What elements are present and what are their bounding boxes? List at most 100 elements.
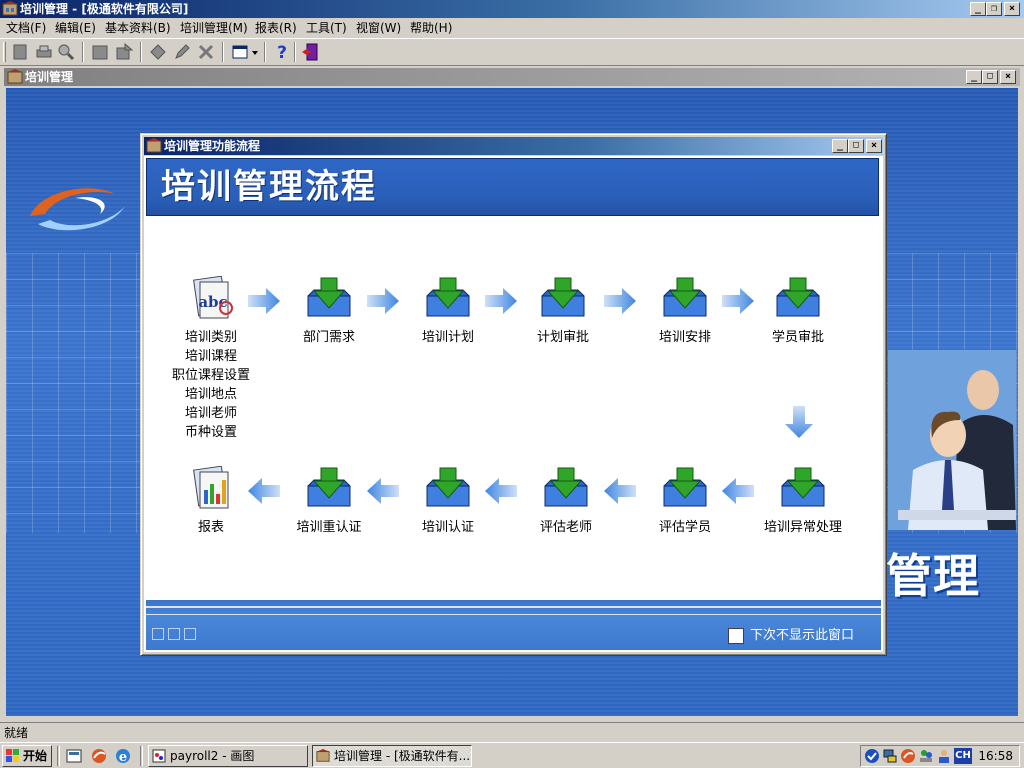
start-button[interactable]: 开始 — [2, 745, 52, 767]
inbox-download-icon — [540, 276, 586, 320]
menu-training-management[interactable]: 培训管理(M) — [180, 20, 248, 36]
help-icon[interactable]: ? — [272, 42, 292, 62]
save-icon[interactable] — [90, 42, 110, 62]
dialog-footer: 下次不显示此窗口 — [146, 600, 881, 650]
preview-icon[interactable] — [56, 42, 76, 62]
toolbar-separator — [294, 42, 296, 62]
print-icon[interactable] — [34, 42, 54, 62]
arrow-right-icon — [367, 288, 399, 314]
window-layout-icon[interactable] — [230, 42, 260, 62]
toolbar-grip[interactable] — [3, 42, 6, 62]
export-icon[interactable] — [114, 42, 134, 62]
status-text: 就绪 — [4, 726, 29, 740]
step-label: 培训认证 — [421, 520, 474, 535]
step-label: 部门需求 — [302, 330, 355, 345]
tag-icon[interactable] — [148, 42, 168, 62]
delete-icon[interactable] — [196, 42, 216, 62]
mdi-close-button[interactable]: × — [1000, 70, 1016, 84]
inbox-download-icon — [662, 466, 708, 510]
menu-reports[interactable]: 报表(R) — [255, 20, 297, 36]
arrow-left-icon — [367, 478, 399, 504]
menu-window[interactable]: 视窗(W) — [356, 20, 401, 36]
network-icon[interactable] — [882, 748, 898, 764]
app-icon — [316, 749, 330, 762]
report-book-icon — [188, 465, 234, 510]
task-label: 培训管理 - [极通软件有... — [334, 749, 471, 763]
step-label: 报表 — [197, 520, 224, 535]
app-icon — [2, 1, 18, 16]
antivirus-icon[interactable] — [900, 748, 916, 764]
close-button[interactable]: × — [1004, 2, 1020, 16]
arrow-left-icon — [248, 478, 280, 504]
menu-tools[interactable]: 工具(T) — [306, 20, 347, 36]
taskbar: 开始 e payroll2 - 画图 培训管理 - [极通软件有... CH 1… — [0, 742, 1024, 768]
footer-square — [168, 628, 180, 640]
step-label: 培训安排 — [658, 330, 711, 345]
user-icon[interactable] — [936, 748, 952, 764]
dialog-close-button[interactable]: × — [866, 139, 882, 153]
status-bar: 就绪 — [0, 722, 1024, 742]
workflow-dialog: 培训管理功能流程 _ □ × 培训管理流程 abc 培训类别 培训课程 职位课程… — [140, 133, 887, 656]
menu-file[interactable]: 文档(F) — [6, 20, 46, 36]
checkbox-label: 下次不显示此窗口 — [750, 628, 855, 643]
banner-title: 培训管理流程 — [161, 167, 377, 207]
dialog-titlebar[interactable]: 培训管理功能流程 _ □ × — [144, 137, 883, 155]
inbox-download-icon — [306, 466, 352, 510]
inbox-download-icon — [425, 276, 471, 320]
input-language-indicator[interactable]: CH — [954, 748, 972, 764]
step-label: 培训异常处理 — [763, 520, 842, 535]
footer-stripe — [146, 606, 881, 608]
paint-icon — [152, 749, 166, 763]
footer-stripe — [146, 614, 881, 615]
exit-icon[interactable] — [300, 42, 320, 62]
minimize-button[interactable]: _ — [970, 2, 986, 16]
task-payroll-paint[interactable]: payroll2 - 画图 — [148, 745, 308, 767]
task-training-management[interactable]: 培训管理 - [极通软件有... — [312, 745, 472, 767]
step-label: 评估学员 — [658, 520, 711, 535]
arrow-right-icon — [248, 288, 280, 314]
step-plan-approval[interactable]: 计划审批 — [508, 276, 618, 347]
menu-edit[interactable]: 编辑(E) — [55, 20, 96, 36]
restore-button[interactable]: ❐ — [986, 2, 1002, 16]
step-label: 计划审批 — [536, 330, 589, 345]
mdi-minimize-button[interactable]: _ — [966, 70, 982, 84]
menu-basic-data[interactable]: 基本资料(B) — [105, 20, 171, 36]
security-shield-icon[interactable] — [864, 748, 880, 764]
menu-help[interactable]: 帮助(H) — [410, 20, 452, 36]
inbox-download-icon — [425, 466, 471, 510]
step-label: 评估老师 — [539, 520, 592, 535]
abc-book-icon: abc — [188, 275, 234, 320]
internet-explorer-icon[interactable]: e — [114, 747, 132, 765]
dialog-body: 培训管理流程 abc 培训类别 培训课程 职位课程设置 培训地点 培训老师 币种… — [144, 156, 883, 652]
mdi-maximize-button[interactable]: □ — [982, 70, 998, 84]
checkbox-box[interactable] — [728, 628, 744, 644]
background-manage-text: 管理 — [886, 549, 980, 603]
edit-icon[interactable] — [172, 42, 192, 62]
inbox-download-icon — [306, 276, 352, 320]
arrow-left-icon — [485, 478, 517, 504]
show-desktop-icon[interactable] — [66, 748, 84, 764]
windows-logo-icon — [6, 749, 19, 762]
window-icon — [7, 69, 23, 84]
mdi-title: 培训管理 — [25, 70, 74, 84]
step-exception-handling[interactable]: 培训异常处理 — [748, 466, 858, 537]
inbox-download-icon — [780, 466, 826, 510]
dialog-maximize-button[interactable]: □ — [848, 139, 864, 153]
window-titlebar[interactable]: 培训管理 - [极通软件有限公司] _ ❐ × — [0, 0, 1024, 18]
footer-square — [152, 628, 164, 640]
mdi-titlebar[interactable]: 培训管理 _ □ × — [4, 68, 1020, 86]
step-label: 学员审批 — [771, 330, 824, 345]
company-logo — [30, 188, 125, 231]
dialog-banner: 培训管理流程 — [146, 158, 879, 216]
step-label: 培训重认证 — [296, 520, 362, 535]
step-label: 培训类别 培训课程 职位课程设置 培训地点 培训老师 币种设置 — [171, 330, 250, 440]
browser-quicklaunch-icon[interactable] — [90, 747, 108, 765]
dialog-minimize-button[interactable]: _ — [832, 139, 848, 153]
new-icon[interactable] — [10, 42, 30, 62]
users-icon[interactable] — [918, 748, 934, 764]
taskbar-separator — [140, 746, 143, 766]
arrow-left-icon — [604, 478, 636, 504]
step-student-approval[interactable]: 学员审批 — [743, 276, 853, 347]
task-label: payroll2 - 画图 — [170, 749, 255, 763]
toolbar-separator — [264, 42, 266, 62]
